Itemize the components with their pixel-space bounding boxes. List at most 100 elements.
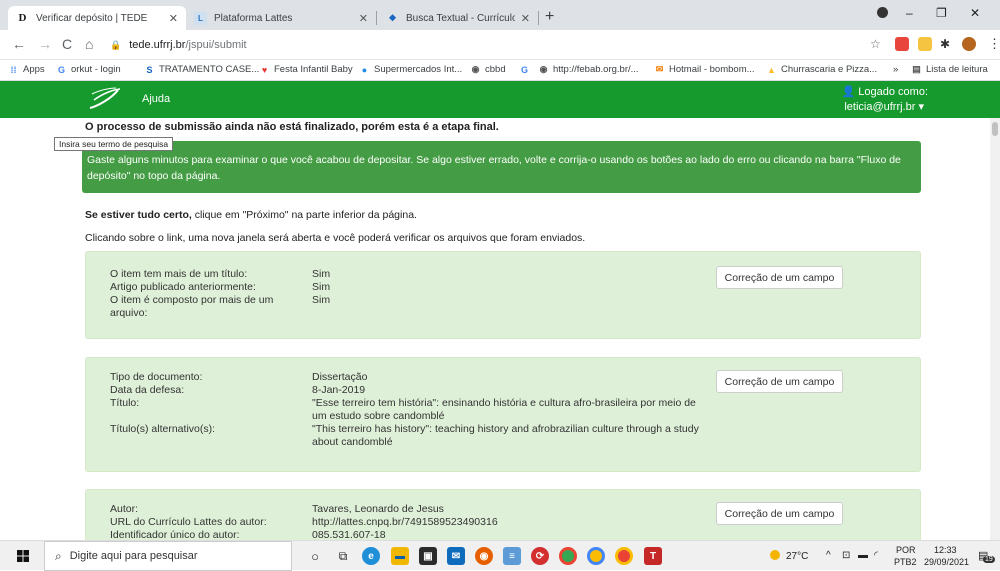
restore-icon[interactable]: ❐ xyxy=(936,6,947,20)
search-icon: ⌕ xyxy=(55,548,62,563)
keyboard-layout[interactable]: PTB2 xyxy=(894,557,917,567)
globe-icon: ◉ xyxy=(539,64,548,74)
windows-taskbar: ⌕ Digite aqui para pesquisar ○ ⧉ e ▬ ▣ ✉… xyxy=(0,540,1000,571)
user-menu[interactable]: leticia@ufrrj.br ▾ xyxy=(844,100,924,113)
bookmark-label: orkut - login xyxy=(71,64,121,75)
bookmark-label: TRATAMENTO CASE... xyxy=(159,64,260,75)
taskbar-search[interactable]: ⌕ Digite aqui para pesquisar xyxy=(44,541,292,571)
close-window-icon[interactable]: ✕ xyxy=(970,6,980,20)
back-icon[interactable]: ← xyxy=(12,36,26,52)
weather-temp[interactable]: 27°C xyxy=(786,551,808,562)
close-tab-icon[interactable]: ✕ xyxy=(521,12,530,25)
language-code[interactable]: POR xyxy=(896,545,916,555)
extension-icon[interactable] xyxy=(918,37,932,51)
bookmark-churrascaria[interactable]: ▲ Churrascaria e Pizza... xyxy=(766,64,877,75)
field-label: arquivo: xyxy=(110,307,148,319)
bookmark-label: Hotmail - bombom... xyxy=(669,64,755,75)
wifi-icon[interactable]: ◜ xyxy=(874,550,878,561)
close-tab-icon[interactable]: ✕ xyxy=(169,12,178,25)
tab-busca-textual[interactable]: ❖ Busca Textual - Currículo Lattes ✕ xyxy=(378,6,538,30)
tab-separator xyxy=(538,11,539,25)
weather-icon[interactable] xyxy=(770,550,780,560)
search-tooltip: Insira seu termo de pesquisa xyxy=(54,137,174,151)
help-link[interactable]: Ajuda xyxy=(142,93,170,105)
minimize-icon[interactable]: – xyxy=(906,6,913,20)
tab-verificar-deposito[interactable]: D Verificar depósito | TEDE ✕ xyxy=(8,6,186,30)
bookmark-supermercados[interactable]: ● Supermercados Int... xyxy=(359,64,462,75)
if-ok-instructions: Se estiver tudo certo, clique em "Próxim… xyxy=(85,209,417,221)
edge-icon[interactable]: e xyxy=(362,547,380,565)
user-email: leticia@ufrrj.br xyxy=(844,101,916,113)
field-value: about candomblé xyxy=(312,436,393,448)
warning-icon: ▲ xyxy=(767,64,776,75)
browser-tab-strip: D Verificar depósito | TEDE ✕ L Platafor… xyxy=(0,0,1000,30)
file-explorer-icon[interactable]: ▬ xyxy=(391,547,409,565)
home-icon[interactable]: ⌂ xyxy=(85,36,93,52)
google-icon: G xyxy=(520,64,528,75)
clock-time[interactable]: 12:33 xyxy=(934,545,957,555)
bookmark-google[interactable]: G xyxy=(519,64,534,75)
fix-field-button[interactable]: Correção de um campo xyxy=(716,502,843,525)
tede-app-icon[interactable]: T xyxy=(644,547,662,565)
heart-icon: ♥ xyxy=(261,64,268,75)
calculator-icon[interactable]: ≡ xyxy=(503,547,521,565)
field-value: Sim xyxy=(312,294,331,306)
firefox-icon[interactable]: ◉ xyxy=(475,547,493,565)
network-icon[interactable]: ⊡ xyxy=(842,550,850,561)
notification-count: 19 xyxy=(983,556,995,563)
if-ok-text: clique em "Próximo" na parte inferior da… xyxy=(191,209,417,221)
tede-favicon: D xyxy=(18,12,27,24)
alert-line: depósito" no topo da página. xyxy=(87,170,221,182)
bookmark-febab[interactable]: ◉ http://febab.org.br/... xyxy=(538,64,639,75)
forward-icon[interactable]: → xyxy=(38,36,52,52)
address-bar[interactable]: 🔒 tede.ufrrj.br/jspui/submit xyxy=(104,34,894,56)
bookmark-tratamento[interactable]: S TRATAMENTO CASE... xyxy=(144,64,259,75)
field-label: Tipo de documento: xyxy=(110,371,203,383)
windows-start-icon[interactable] xyxy=(17,550,29,562)
reload-icon[interactable]: C xyxy=(62,36,72,52)
menu-kebab-icon[interactable]: ⋮ xyxy=(988,36,1000,52)
chrome-icon[interactable] xyxy=(615,547,633,565)
chrome-icon[interactable] xyxy=(587,547,605,565)
profile-icon[interactable] xyxy=(877,7,888,18)
tab-title: Plataforma Lattes xyxy=(214,12,293,24)
scrollbar-thumb[interactable] xyxy=(992,122,998,136)
close-tab-icon[interactable]: ✕ xyxy=(359,12,368,25)
user-avatar[interactable] xyxy=(962,37,976,51)
tede-logo[interactable] xyxy=(88,86,122,117)
puzzle-extensions-icon[interactable]: ✱ xyxy=(940,37,950,51)
bookmark-orkut[interactable]: Gorkut - login xyxy=(56,64,121,75)
bookmark-festa[interactable]: ♥ Festa Infantil Baby xyxy=(259,64,353,75)
bookmark-star-icon[interactable]: ☆ xyxy=(870,37,881,51)
store-icon[interactable]: ▣ xyxy=(419,547,437,565)
battery-icon[interactable]: ▬ xyxy=(858,550,868,561)
cnpq-favicon: ❖ xyxy=(388,12,397,23)
bookmark-hotmail[interactable]: ✉ Hotmail - bombom... xyxy=(654,64,755,75)
chrome-icon[interactable] xyxy=(559,547,577,565)
bookmark-cbbd[interactable]: ◉ cbbd xyxy=(470,64,506,75)
fix-field-button[interactable]: Correção de um campo xyxy=(716,266,843,289)
bookmarks-overflow[interactable]: » xyxy=(893,64,898,75)
extension-icon[interactable] xyxy=(895,37,909,51)
clock-date[interactable]: 29/09/2021 xyxy=(924,557,969,567)
tab-plataforma-lattes[interactable]: L Plataforma Lattes ✕ xyxy=(186,6,376,30)
task-view-icon[interactable]: ⧉ xyxy=(334,547,352,565)
globe-icon: ◉ xyxy=(471,64,480,74)
new-tab-button[interactable]: + xyxy=(545,8,554,26)
field-label: Artigo publicado anteriormente: xyxy=(110,281,256,293)
browser-toolbar: ← → C ⌂ 🔒 tede.ufrrj.br/jspui/submit ☆ ✱… xyxy=(0,30,1000,60)
submission-status-message: O processo de submissão ainda não está f… xyxy=(85,121,499,133)
mail-app-icon[interactable]: ✉ xyxy=(447,547,465,565)
reading-list[interactable]: ▤ Lista de leitura xyxy=(911,64,988,75)
reading-list-icon: ▤ xyxy=(912,64,921,74)
field-value: Tavares, Leonardo de Jesus xyxy=(312,503,444,515)
caret-down-icon: ▾ xyxy=(918,101,924,113)
media-icon[interactable]: ⟳ xyxy=(531,547,549,565)
bookmark-apps[interactable]: ⁞⁞ Apps xyxy=(8,64,45,75)
page-scrollbar[interactable] xyxy=(990,118,1000,540)
fix-field-button[interactable]: Correção de um campo xyxy=(716,370,843,393)
field-label: URL do Currículo Lattes do autor: xyxy=(110,516,267,528)
review-panel-options: O item tem mais de um título: Sim Artigo … xyxy=(85,251,921,339)
tray-chevron-icon[interactable]: ^ xyxy=(826,550,831,561)
cortana-icon[interactable]: ○ xyxy=(306,547,324,565)
